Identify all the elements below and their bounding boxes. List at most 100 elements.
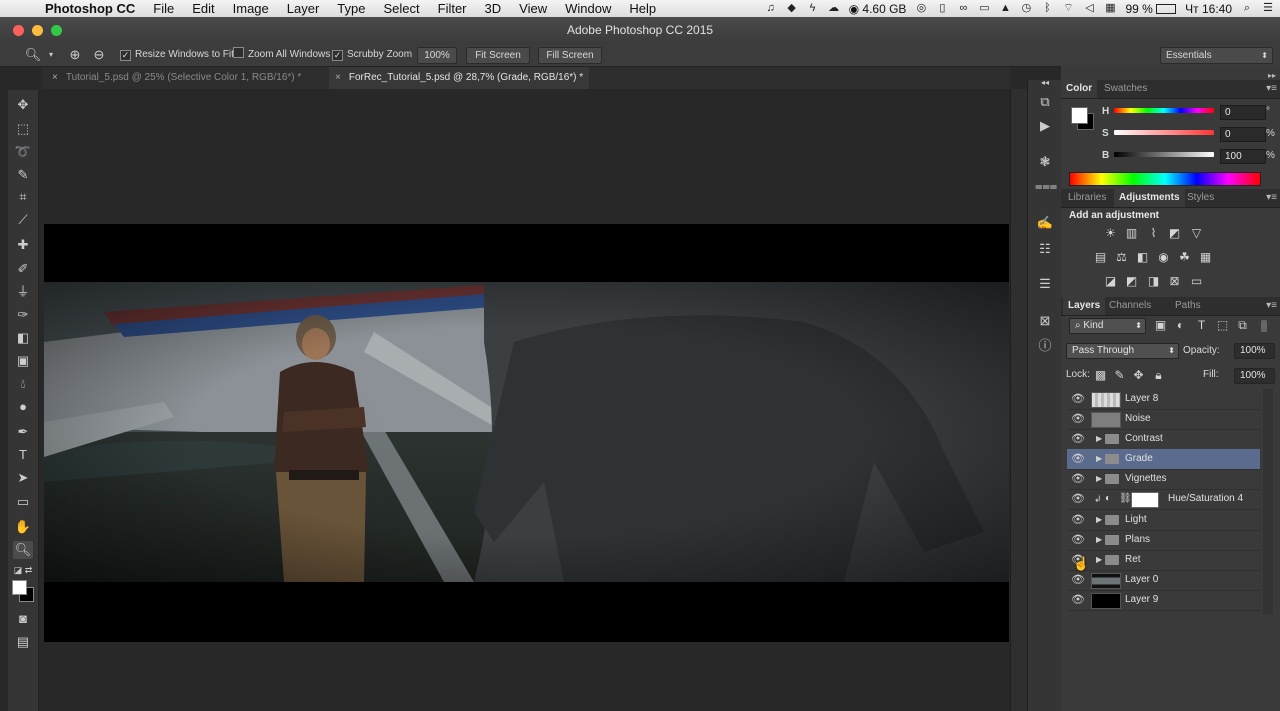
- threshold-icon[interactable]: ◨: [1146, 275, 1161, 288]
- menu-view[interactable]: View: [510, 0, 556, 17]
- actions-panel-icon[interactable]: ▶: [1035, 117, 1055, 135]
- clock[interactable]: Чт 16:40: [1185, 2, 1232, 16]
- default-colors-icon[interactable]: ◪ ⇄: [13, 561, 33, 579]
- clipboard-icon[interactable]: ▯: [936, 3, 948, 14]
- blend-mode-select[interactable]: Pass Through ⬍: [1066, 343, 1179, 359]
- saturation-slider[interactable]: [1114, 130, 1214, 135]
- lock-all-icon[interactable]: 🔒︎: [1151, 369, 1166, 382]
- layer-row-noise[interactable]: 👁︎ Noise: [1067, 409, 1260, 430]
- gradient-tool-icon[interactable]: ▣: [13, 352, 33, 370]
- panel-menu-icon[interactable]: ▾≡: [1266, 80, 1277, 98]
- tab-libraries[interactable]: Libraries: [1063, 189, 1111, 207]
- layer-row-grade[interactable]: 👁︎ ▶ Grade: [1067, 449, 1260, 470]
- levels-icon[interactable]: ▥: [1124, 227, 1139, 240]
- memory-indicator[interactable]: ◉ 4.60 GB: [849, 2, 907, 16]
- menu-type[interactable]: Type: [328, 0, 374, 17]
- foreground-color-swatch[interactable]: [12, 580, 27, 595]
- menu-select[interactable]: Select: [374, 0, 428, 17]
- document-canvas[interactable]: [44, 224, 1009, 642]
- brush-settings-icon[interactable]: ❃: [1035, 153, 1055, 171]
- menu-filter[interactable]: Filter: [429, 0, 476, 17]
- menu-photoshop-cc[interactable]: Photoshop CC: [36, 0, 144, 17]
- fill-field[interactable]: 100%▾: [1234, 368, 1275, 384]
- tab-adjustments[interactable]: Adjustments: [1114, 189, 1185, 207]
- lock-transparent-pixels-icon[interactable]: ▩: [1093, 369, 1108, 382]
- tab-channels[interactable]: Channels: [1104, 297, 1156, 315]
- marquee-tool-icon[interactable]: ⬚: [13, 120, 33, 138]
- brush-tool-icon[interactable]: ✐: [13, 260, 33, 278]
- menu-layer[interactable]: Layer: [278, 0, 329, 17]
- brushes-panel-icon[interactable]: ⩶: [1035, 177, 1057, 195]
- visibility-eye-icon[interactable]: 👁︎: [1071, 472, 1085, 486]
- expand-triangle-icon[interactable]: ▶: [1096, 513, 1102, 527]
- layer-row-ret[interactable]: 👁︎ ▶ Ret: [1067, 550, 1260, 571]
- wifi-icon[interactable]: ⌔: [1062, 3, 1074, 14]
- tab-tutorial-5[interactable]: × Tutorial_5.psd @ 25% (Selective Color 1…: [46, 67, 307, 89]
- cloud-icon[interactable]: ☁: [828, 3, 840, 14]
- hue-slider[interactable]: [1114, 108, 1214, 113]
- h-value[interactable]: 0: [1220, 105, 1266, 120]
- notification-center-icon[interactable]: ☰: [1262, 3, 1274, 14]
- screen-mode-icon[interactable]: ▤: [13, 633, 33, 651]
- time-machine-icon[interactable]: ◷: [1020, 3, 1032, 14]
- layer-filter-select[interactable]: ⌕ Kind ⬍: [1069, 318, 1146, 334]
- workspace-select[interactable]: Essentials ⬍: [1160, 47, 1273, 64]
- canvas-vertical-scrollbar[interactable]: [1010, 89, 1027, 711]
- layer-row-contrast[interactable]: 👁︎ ▶ Contrast: [1067, 429, 1260, 450]
- tab-color[interactable]: Color: [1061, 80, 1098, 98]
- tool-presets-icon[interactable]: ✍: [1035, 214, 1055, 232]
- visibility-eye-icon[interactable]: 👁︎: [1071, 492, 1085, 506]
- type-tool-icon[interactable]: T: [13, 446, 33, 464]
- volume-icon[interactable]: ◁: [1083, 3, 1095, 14]
- lasso-tool-icon[interactable]: ➰: [13, 143, 33, 161]
- filter-smart-object-icon[interactable]: ⧉: [1235, 319, 1250, 332]
- lock-image-pixels-icon[interactable]: ✎: [1112, 369, 1127, 382]
- curves-icon[interactable]: ⌇: [1146, 227, 1161, 240]
- history-brush-tool-icon[interactable]: ✑: [13, 306, 33, 324]
- fill-screen-button[interactable]: Fill Screen: [538, 47, 602, 64]
- chevron-down-icon[interactable]: ▾: [42, 47, 60, 63]
- character-panel-icon[interactable]: ⊠: [1035, 312, 1055, 330]
- lightning-icon[interactable]: ϟ: [807, 3, 819, 14]
- quick-selection-tool-icon[interactable]: ✎: [13, 166, 33, 184]
- dodge-tool-icon[interactable]: ●: [13, 398, 33, 416]
- menu-edit[interactable]: Edit: [183, 0, 223, 17]
- hand-tool-icon[interactable]: ✋: [13, 518, 33, 536]
- s-value[interactable]: 0: [1220, 127, 1266, 142]
- visibility-eye-icon[interactable]: 👁︎: [1071, 593, 1085, 607]
- color-lookup-icon[interactable]: ▦: [1198, 251, 1213, 264]
- selective-color-icon[interactable]: ⊠: [1167, 275, 1182, 288]
- history-panel-icon[interactable]: ⧉: [1035, 93, 1055, 111]
- layer-row-layer-8[interactable]: 👁︎ Layer 8: [1067, 389, 1260, 410]
- path-selection-tool-icon[interactable]: ➤: [13, 469, 33, 487]
- collapse-dock-icon[interactable]: ◂◂: [1035, 74, 1055, 92]
- filter-type-icon[interactable]: T: [1194, 319, 1209, 332]
- fit-screen-button[interactable]: Fit Screen: [466, 47, 530, 64]
- bell-icon[interactable]: ♫: [765, 3, 777, 14]
- channel-mixer-icon[interactable]: ☘: [1177, 251, 1192, 264]
- properties-panel-icon[interactable]: ☷: [1035, 240, 1055, 258]
- visibility-eye-icon[interactable]: 👁︎: [1071, 573, 1085, 587]
- hue-saturation-icon[interactable]: ▤: [1093, 251, 1108, 264]
- tab-swatches[interactable]: Swatches: [1099, 80, 1152, 98]
- airplay-icon[interactable]: ▲: [999, 3, 1011, 14]
- layer-row-layer-0[interactable]: 👁︎ Layer 0: [1067, 570, 1260, 591]
- visibility-eye-icon[interactable]: 👁︎: [1071, 392, 1085, 406]
- zoom-out-icon[interactable]: ⊖: [90, 47, 108, 63]
- visibility-eye-icon[interactable]: 👁︎: [1071, 432, 1085, 446]
- close-tab-icon[interactable]: ×: [52, 72, 58, 83]
- cc-icon[interactable]: ∞: [957, 3, 969, 14]
- healing-brush-tool-icon[interactable]: ✚: [13, 236, 33, 254]
- posterize-icon[interactable]: ◩: [1124, 275, 1139, 288]
- crop-tool-icon[interactable]: ⌗: [13, 188, 33, 206]
- fg-color-chip[interactable]: [1071, 107, 1088, 124]
- blur-tool-icon[interactable]: 💧︎: [13, 375, 33, 393]
- panel-menu-icon[interactable]: ▾≡: [1266, 189, 1277, 207]
- layers-scrollbar[interactable]: [1263, 389, 1273, 614]
- layer-row-plans[interactable]: 👁︎ ▶ Plans: [1067, 530, 1260, 551]
- visibility-eye-icon[interactable]: 👁︎: [1071, 513, 1085, 527]
- visibility-eye-icon[interactable]: 👁︎: [1071, 412, 1085, 426]
- menu-3d[interactable]: 3D: [476, 0, 511, 17]
- eraser-tool-icon[interactable]: ◧: [13, 329, 33, 347]
- tab-paths[interactable]: Paths: [1170, 297, 1206, 315]
